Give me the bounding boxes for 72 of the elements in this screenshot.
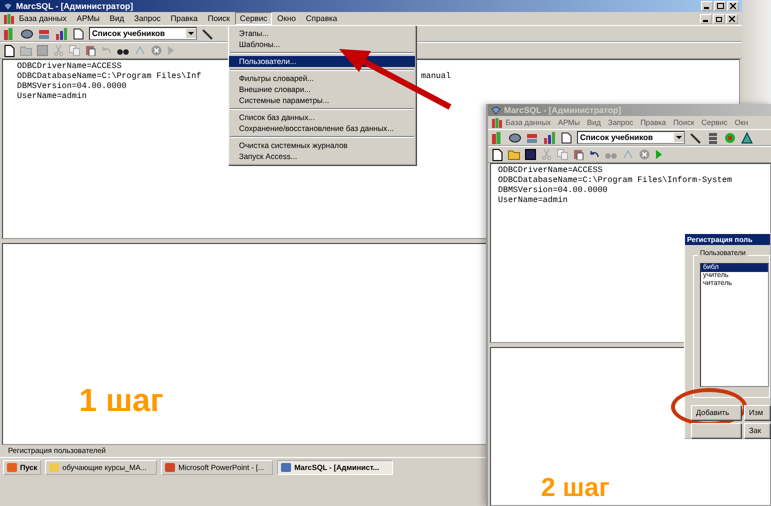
app-icon	[3, 2, 13, 10]
stack-icon	[38, 28, 50, 40]
close-button[interactable]	[727, 1, 739, 11]
menu-item[interactable]: Поиск	[202, 12, 235, 25]
app-icon	[491, 106, 501, 114]
document-icon	[72, 28, 84, 40]
close-icon	[729, 16, 735, 22]
stop-icon	[151, 45, 162, 56]
text-line: ODBCDatabaseName=C:\Program Files\Inf	[17, 72, 202, 82]
triangle-icon	[741, 132, 753, 144]
step-label: 2 шаг	[541, 472, 610, 503]
minimize-button[interactable]	[701, 1, 713, 11]
menu-item[interactable]: Запрос	[129, 12, 166, 25]
maximize-button[interactable]	[714, 1, 726, 11]
undo-icon	[589, 149, 600, 160]
new-file-icon	[4, 44, 15, 56]
close-button[interactable]	[726, 14, 738, 24]
menu-item[interactable]: Правка	[166, 12, 203, 25]
menu-item[interactable]: Справка	[300, 12, 342, 25]
window-title: MarcSQL - [Администратор]	[16, 1, 134, 11]
dropdown-arrow-icon	[674, 133, 684, 142]
stack-icon	[707, 132, 719, 144]
new-file-icon	[492, 148, 503, 160]
menu-item[interactable]: АРМы	[72, 12, 105, 25]
text-line: ODBCDriverName=ACCESS	[17, 62, 122, 72]
folder-icon	[20, 45, 32, 56]
restore-icon	[716, 16, 722, 22]
chart-icon	[543, 132, 555, 144]
menu-item[interactable]: Вид	[104, 12, 130, 25]
menu-item[interactable]: База данных	[14, 12, 72, 25]
folder-icon	[508, 149, 520, 160]
document-icon	[560, 132, 572, 144]
text-line: ODBCDatabaseName=C:\Program Files\Inform-System	[498, 176, 732, 186]
step-label: 1 шаг	[79, 382, 164, 419]
undo-icon	[101, 45, 112, 56]
menu-item[interactable]: Окно	[272, 12, 301, 25]
text-line: manual	[421, 72, 451, 82]
app-icon	[281, 462, 292, 472]
maximize-icon	[716, 3, 724, 9]
window-title: MarcSQL - [Администратор]	[504, 105, 622, 115]
text-line: UserName=admin	[498, 196, 568, 206]
stack-icon	[526, 132, 538, 144]
text-line: UserName=admin	[17, 92, 87, 102]
save-icon	[37, 45, 48, 56]
close-icon	[730, 3, 736, 9]
stop-icon	[639, 149, 650, 160]
menu-item[interactable]: Сервис	[234, 12, 272, 25]
save-icon	[525, 149, 536, 160]
paste-icon	[573, 149, 584, 160]
minimize-button[interactable]	[700, 14, 712, 24]
copy-icon	[69, 45, 80, 56]
dropdown-arrow-icon	[186, 29, 196, 38]
list-dropdown[interactable]: Список учебников	[577, 131, 685, 144]
app-icon	[7, 462, 17, 472]
pen-icon	[202, 28, 214, 40]
chart-icon	[55, 28, 67, 40]
scissors-icon	[53, 45, 64, 56]
play-icon	[167, 45, 175, 56]
paste-icon	[85, 45, 96, 56]
app-icon	[49, 462, 60, 472]
app-icon	[165, 462, 176, 472]
copy-icon	[557, 149, 568, 160]
play-icon	[655, 149, 663, 160]
text-line: DBMSVersion=04.00.0000	[498, 186, 608, 196]
restore-button[interactable]	[713, 14, 725, 24]
pen-icon	[690, 132, 702, 144]
disk-icon	[509, 132, 521, 144]
list-dropdown[interactable]: Список учебников	[89, 27, 197, 40]
disk-icon	[21, 28, 33, 40]
text-line: ODBCDriverName=ACCESS	[498, 166, 603, 176]
scissors-icon	[541, 149, 552, 160]
text-line: DBMSVersion=04.00.0000	[17, 82, 127, 92]
